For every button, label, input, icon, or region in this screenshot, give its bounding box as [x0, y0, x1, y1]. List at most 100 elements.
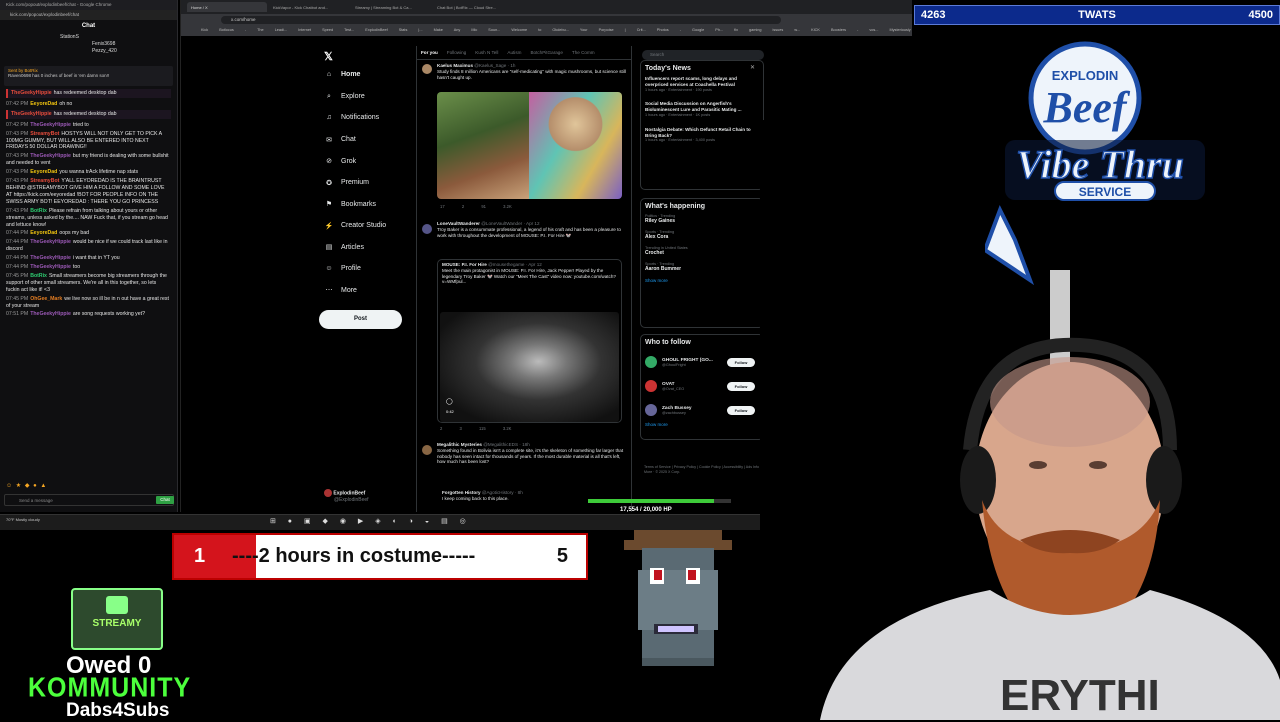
- feed-tab-for-you[interactable]: For you: [421, 50, 438, 55]
- close-icon[interactable]: ✕: [750, 64, 755, 71]
- nav-notifications[interactable]: ♫ Notifications: [324, 114, 379, 121]
- play-icon[interactable]: ◯: [446, 398, 453, 405]
- chat-message: 07:45 PM OhGee_Mark we live now so ill be …: [6, 296, 171, 310]
- follow-name: GHOUL FRIGHT (GO...: [662, 357, 713, 363]
- follow-suggestion[interactable]: Zach Bussey @zachbussey Follow: [645, 398, 759, 422]
- quote-content: MOUSE: P.I. For Hire @mousethegame · Apr…: [442, 262, 620, 285]
- nav-more[interactable]: ⋯ More: [324, 286, 357, 295]
- tweet2-avatar[interactable]: [422, 224, 432, 234]
- chat-username[interactable]: EeyoreDad: [30, 101, 57, 107]
- x-logo-icon[interactable]: 𝕏: [324, 50, 333, 63]
- pinned-message[interactable]: Sent by BotRix Raven0698 has 0 inches of…: [4, 66, 173, 86]
- chat-username[interactable]: BotRix: [30, 208, 47, 214]
- chat-username[interactable]: EeyoreDad: [30, 230, 57, 236]
- tab-streamy[interactable]: Streamy | Streaming Bot & Ca...: [351, 2, 431, 12]
- nav-explore[interactable]: ⌕ Explore: [324, 93, 365, 101]
- chat-username[interactable]: OhGee_Mark: [30, 296, 62, 302]
- chat-username[interactable]: TheGeekyHippie: [30, 264, 71, 270]
- news-item[interactable]: Social Media Discussion on Angerfish's B…: [645, 101, 759, 118]
- chat-username[interactable]: TheGeekyHippie: [30, 255, 71, 261]
- news-item[interactable]: Nostalgia Debate: Which Defunct Retail C…: [645, 127, 759, 144]
- nav-profile[interactable]: ☺ Profile: [324, 265, 360, 272]
- search-input[interactable]: Search: [642, 50, 764, 60]
- trend-item[interactable]: Trending in United States Crochet: [645, 246, 759, 256]
- tweet4-handle: @AgoticHistory · 8h: [481, 490, 523, 495]
- tab-kickvapor[interactable]: KickVapor - Kick Chatbot and...: [269, 2, 349, 12]
- chat-username[interactable]: TheGeekyHippie: [11, 90, 52, 96]
- more-icon: ⋯: [325, 287, 333, 294]
- goal-bar: 4263 TWATS 4500: [914, 5, 1280, 25]
- follow-suggestion[interactable]: OVAT @Ovat_CEO Follow: [645, 374, 759, 398]
- trends-show-more[interactable]: Show more: [645, 278, 759, 283]
- quote-video[interactable]: ◯ 0:42: [440, 312, 619, 422]
- address-bar[interactable]: x.com/home: [221, 16, 781, 24]
- bookmarks-bar[interactable]: Kick Botlocus - The Leadi... Internet Sp…: [181, 26, 912, 36]
- chat-time: 07:43 PM: [6, 130, 29, 137]
- chat-username[interactable]: StreamyBot: [30, 178, 59, 184]
- nav-grok[interactable]: ⊘ Grok: [324, 157, 356, 166]
- chat-username[interactable]: EeyoreDad: [30, 169, 57, 175]
- chat-url[interactable]: kick.com/popout/explodinbeef/chat: [0, 10, 177, 20]
- tweet2-actions[interactable]: 2 3 115 3.2K: [440, 426, 650, 432]
- streamy-badge: STREAMY: [71, 588, 163, 650]
- chat-username[interactable]: StreamyBot: [30, 131, 59, 137]
- feed-tab-autism[interactable]: Autism: [507, 50, 521, 55]
- chat-username[interactable]: TheGeekyHippie: [30, 239, 71, 245]
- tweet1-actions[interactable]: 17 2 91 3.2K: [440, 204, 650, 210]
- chat-username[interactable]: TheGeekyHippie: [30, 122, 71, 128]
- tweet-3[interactable]: Megalithic Mysteries @MegalithicEDS · 18…: [437, 442, 627, 465]
- taskbar-icons[interactable]: ⊞ ● ▣ ◆ ◉ ▶ ◈ ◐ ◑ ◒ ▤ ◎: [270, 517, 471, 525]
- follow-button[interactable]: Follow: [727, 357, 755, 367]
- nav-label: Notifications: [341, 114, 380, 121]
- tweet3-handle: @MegalithicEDS · 18h: [483, 442, 530, 447]
- tweet1-avatar[interactable]: [422, 64, 432, 74]
- omnibox: x.com/home: [181, 14, 912, 26]
- trend-item[interactable]: Sports · Trending Aaron Bummer: [645, 262, 759, 272]
- nav-premium[interactable]: ✪ Premium: [324, 179, 369, 187]
- follow-show-more[interactable]: Show more: [645, 422, 759, 427]
- chat-username[interactable]: TheGeekyHippie: [30, 311, 71, 317]
- goal-target: 4500: [1248, 9, 1273, 21]
- nav-creator-studio[interactable]: ⚡ Creator Studio: [324, 222, 387, 230]
- follow-button[interactable]: Follow: [727, 381, 755, 391]
- weather-widget[interactable]: 70°F Mostly cloudy: [6, 517, 40, 522]
- tweet3-avatar[interactable]: [422, 445, 432, 455]
- post-button[interactable]: Post: [319, 310, 402, 329]
- chat-input[interactable]: Send a message: [4, 494, 174, 506]
- chat-text: oh no: [59, 100, 73, 107]
- tweet-1[interactable]: Kaelus Maximus @Kaelus_Sage · 1h Study f…: [437, 63, 627, 80]
- trend-item[interactable]: Politics · Trending Riley Gaines: [645, 214, 759, 224]
- chat-time: 07:43 PM: [6, 169, 29, 176]
- follow-button[interactable]: Follow: [727, 405, 755, 415]
- chat-send-button[interactable]: Chat: [156, 496, 174, 504]
- chat-username[interactable]: BotRix: [30, 273, 47, 279]
- tab-home[interactable]: Home / X: [187, 2, 267, 12]
- nav-chat[interactable]: ✉ Chat: [324, 136, 356, 144]
- feed-tab-kush[interactable]: Kush N Tell: [475, 50, 498, 55]
- avatar: [645, 380, 657, 392]
- nav-bookmarks[interactable]: ⚑ Bookmarks: [324, 200, 376, 209]
- feed-tab-botchpit[interactable]: BotchPitGarage: [530, 50, 562, 55]
- chat-emote-icons[interactable]: ☺ ★ ◆ ● ▲: [6, 482, 47, 489]
- tab-botrix[interactable]: Chat Bot | BotRix — Cloud Stre...: [433, 2, 513, 12]
- tweet-2[interactable]: LoneVaultWanderer @LoneVaultWander · Apr…: [437, 221, 627, 238]
- news-item[interactable]: Influencers report scams, long delays an…: [645, 76, 759, 93]
- footer-links[interactable]: Terms of Service | Privacy Policy | Cook…: [644, 465, 764, 475]
- chat-username[interactable]: TheGeekyHippie: [11, 111, 52, 117]
- tweet1-image[interactable]: [437, 92, 622, 199]
- trend-name: Alex Cora: [645, 234, 669, 240]
- avatar: [645, 356, 657, 368]
- feed-tab-following[interactable]: Following: [447, 50, 466, 55]
- news-meta: 1 hours ago · Entertainment · 1K posts: [645, 112, 711, 117]
- follow-suggestion[interactable]: GHOUL FRIGHT (GO... @GhoulFright Follow: [645, 350, 759, 374]
- news-meta: 1 hours ago · Entertainment · 190 posts: [645, 87, 712, 92]
- chat-username[interactable]: TheGeekyHippie: [30, 153, 71, 159]
- leaderboard-3: Pezzy_420: [92, 48, 117, 54]
- trend-item[interactable]: Sports · Trending Alex Cora: [645, 230, 759, 240]
- nav-home[interactable]: ⌂ Home: [324, 71, 361, 78]
- profile-switcher[interactable]: ExplodinBeef @ExplodinBeef: [324, 489, 369, 503]
- avatar: [324, 489, 332, 497]
- feed-tab-comm[interactable]: The Comm: [572, 50, 595, 55]
- nav-articles[interactable]: ▤ Articles: [324, 243, 364, 252]
- robot-icon: [106, 596, 128, 614]
